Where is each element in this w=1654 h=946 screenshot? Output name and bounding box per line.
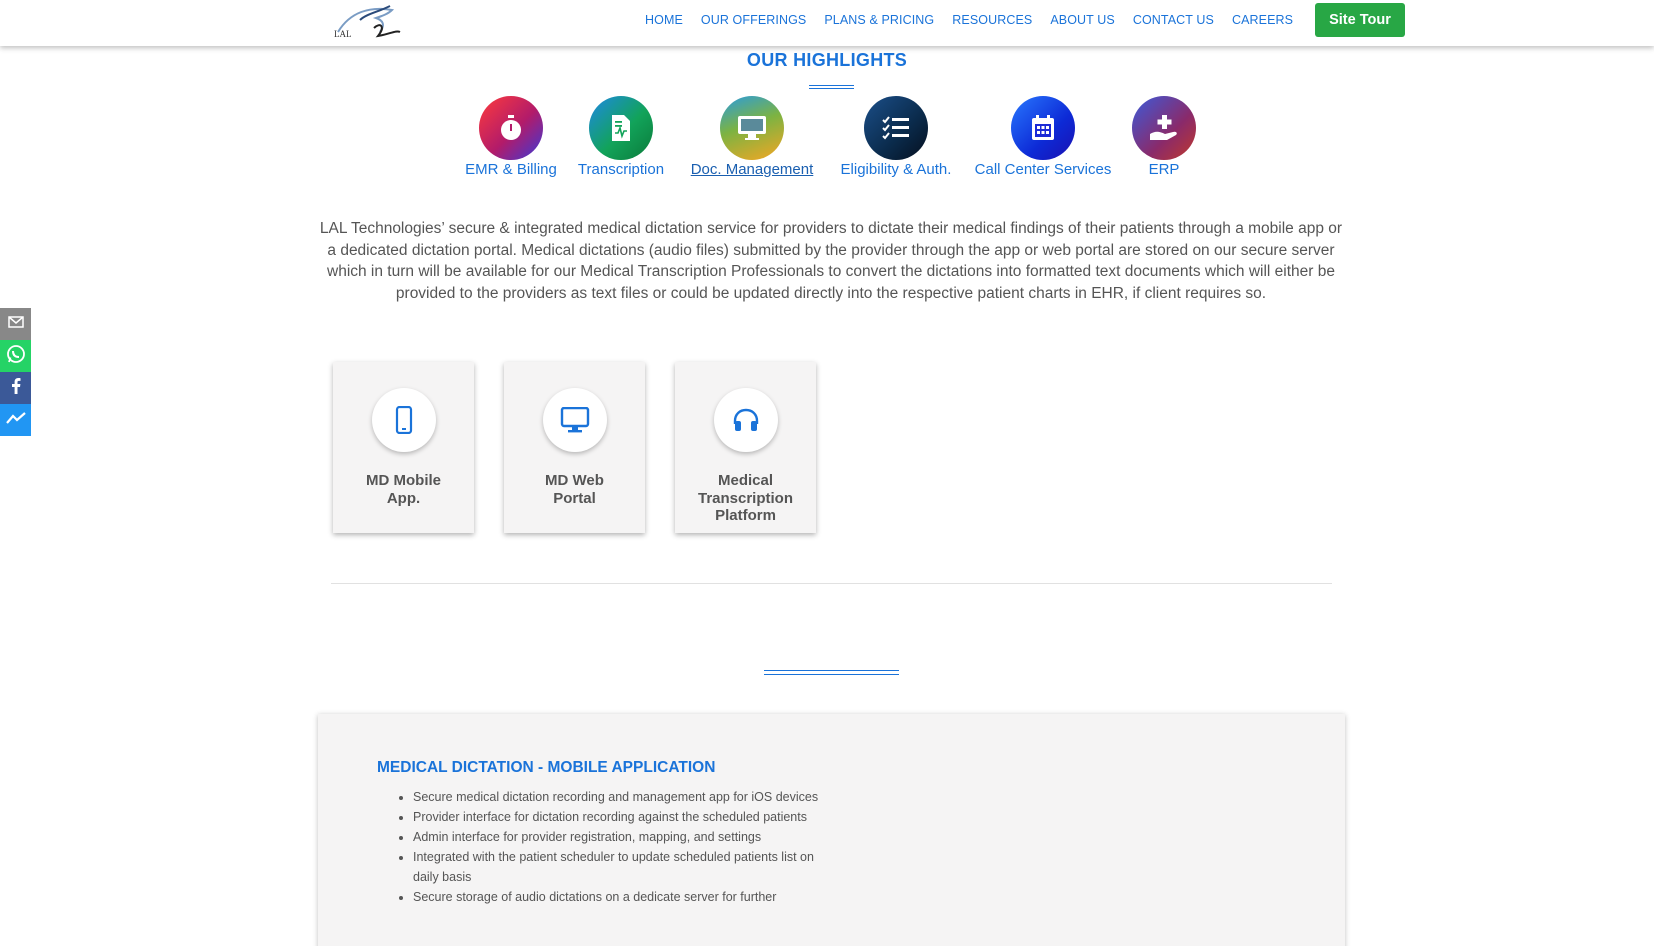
calendar-icon (1011, 96, 1075, 160)
whatsapp-icon (6, 344, 26, 369)
feature-list: Secure medical dictation recording and m… (413, 787, 838, 907)
card-label: MD Mobile App. (366, 472, 441, 507)
nav-our-offerings[interactable]: OUR OFFERINGS (701, 13, 806, 27)
highlight-transcription[interactable]: Transcription (571, 96, 671, 178)
list-item: Integrated with the patient scheduler to… (413, 847, 838, 887)
share-messenger-button[interactable] (0, 404, 31, 436)
nav-contact-us[interactable]: CONTACT US (1133, 13, 1214, 27)
highlight-label: Transcription (577, 161, 665, 178)
email-icon (7, 315, 24, 333)
list-item: Secure medical dictation recording and m… (413, 787, 838, 807)
headphones-icon (713, 388, 778, 452)
highlights-title: OUR HIGHLIGHTS (746, 50, 908, 70)
share-facebook-button[interactable] (0, 372, 31, 404)
card-md-web-portal[interactable]: MD Web Portal (504, 362, 645, 533)
nav-resources[interactable]: RESOURCES (952, 13, 1032, 27)
card-label: MD Web Portal (545, 472, 604, 507)
company-logo[interactable]: LAL (330, 2, 404, 42)
card-label: Medical Transcription Platform (697, 472, 794, 524)
nav-plans-pricing[interactable]: PLANS & PRICING (824, 13, 934, 27)
main-nav: HOME OUR OFFERINGS PLANS & PRICING RESOU… (645, 0, 1405, 40)
card-md-mobile-app[interactable]: MD Mobile App. (333, 362, 474, 533)
highlight-eligibility-auth[interactable]: Eligibility & Auth. (832, 96, 960, 178)
monitor-icon (720, 96, 784, 160)
panel-title: MEDICAL DICTATION - MOBILE APPLICATION (377, 759, 716, 776)
desktop-icon (542, 388, 607, 452)
document-icon (589, 96, 653, 160)
highlight-doc-management[interactable]: Doc. Management (683, 96, 821, 178)
highlight-erp[interactable]: ERP (1132, 96, 1196, 178)
list-item: Admin interface for provider registratio… (413, 827, 838, 847)
share-whatsapp-button[interactable] (0, 340, 31, 372)
list-item: Provider interface for dictation recordi… (413, 807, 838, 827)
highlight-label: Eligibility & Auth. (840, 161, 952, 178)
hand-plus-icon (1132, 96, 1196, 160)
card-medical-transcription-platform[interactable]: Medical Transcription Platform (675, 362, 816, 533)
nav-about-us[interactable]: ABOUT US (1050, 13, 1114, 27)
facebook-icon (11, 377, 21, 399)
section-divider (331, 583, 1332, 584)
list-item: Secure storage of audio dictations on a … (413, 887, 838, 907)
svg-text:LAL: LAL (334, 29, 352, 39)
share-email-button[interactable] (0, 308, 31, 340)
checklist-icon (864, 96, 928, 160)
top-navbar: LAL HOME OUR OFFERINGS PLANS & PRICING R… (0, 0, 1654, 46)
highlight-label: EMR & Billing (465, 161, 557, 178)
site-tour-button[interactable]: Site Tour (1315, 3, 1405, 37)
mobile-application-panel: MEDICAL DICTATION - MOBILE APPLICATION S… (318, 714, 1345, 946)
highlight-label: Doc. Management (690, 161, 814, 178)
nav-careers[interactable]: CAREERS (1232, 13, 1293, 27)
title-underline (809, 85, 854, 89)
highlight-label: ERP (1148, 161, 1180, 178)
nav-home[interactable]: HOME (645, 13, 683, 27)
messenger-icon (5, 411, 26, 429)
highlight-emr-billing[interactable]: EMR & Billing (465, 96, 557, 178)
mobile-icon (371, 388, 436, 452)
highlight-call-center[interactable]: Call Center Services (970, 96, 1116, 178)
highlight-label: Call Center Services (974, 161, 1112, 178)
section-underline (764, 670, 899, 675)
stopwatch-icon (479, 96, 543, 160)
intro-paragraph: LAL Technologies’ secure & integrated me… (319, 220, 1343, 302)
